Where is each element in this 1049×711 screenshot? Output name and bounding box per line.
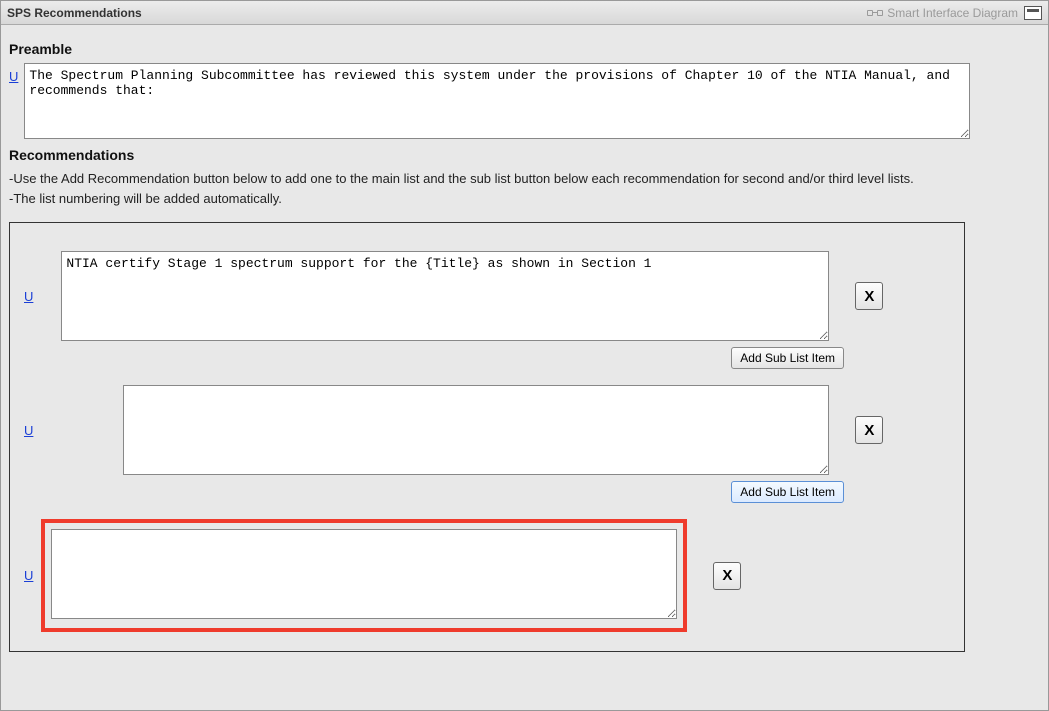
smart-interface-label: Smart Interface Diagram <box>887 6 1018 20</box>
header-right: Smart Interface Diagram <box>867 6 1042 20</box>
recommendation-row: U X <box>24 251 950 341</box>
window-header: SPS Recommendations Smart Interface Diag… <box>1 1 1048 25</box>
add-sub-row: Add Sub List Item <box>24 347 844 369</box>
underline-toggle[interactable]: U <box>24 423 33 438</box>
close-icon: X <box>864 422 874 439</box>
window-title: SPS Recommendations <box>7 6 142 20</box>
close-icon: X <box>864 288 874 305</box>
preamble-row: U <box>9 63 1040 139</box>
diagram-icon <box>867 7 883 19</box>
recommendation-textarea[interactable] <box>123 385 829 475</box>
smart-interface-link[interactable]: Smart Interface Diagram <box>867 6 1018 20</box>
recommendation-textarea[interactable] <box>51 529 677 619</box>
add-sub-list-button[interactable]: Add Sub List Item <box>731 481 844 503</box>
recommendation-row: U X <box>24 385 950 475</box>
recommendation-textarea[interactable] <box>61 251 829 341</box>
delete-button[interactable]: X <box>855 416 883 444</box>
preamble-textarea[interactable] <box>24 63 970 139</box>
delete-button[interactable]: X <box>855 282 883 310</box>
recommendations-heading: Recommendations <box>9 147 1040 163</box>
underline-toggle[interactable]: U <box>24 568 33 583</box>
recommendation-row: U X <box>24 519 950 632</box>
instructions: -Use the Add Recommendation button below… <box>9 169 1040 208</box>
close-icon: X <box>722 567 732 584</box>
add-sub-list-button[interactable]: Add Sub List Item <box>731 347 844 369</box>
body: Preamble U Recommendations -Use the Add … <box>1 25 1048 660</box>
instruction-line-2: -The list numbering will be added automa… <box>9 189 1040 209</box>
page-root: SPS Recommendations Smart Interface Diag… <box>0 0 1049 711</box>
add-sub-row: Add Sub List Item <box>24 481 844 503</box>
delete-button[interactable]: X <box>713 562 741 590</box>
instruction-line-1: -Use the Add Recommendation button below… <box>9 169 1040 189</box>
underline-toggle[interactable]: U <box>24 289 33 304</box>
highlight-frame <box>41 519 687 632</box>
preamble-underline-toggle[interactable]: U <box>9 63 18 84</box>
recommendations-container: U X Add Sub List Item U X Add Sub List I… <box>9 222 965 652</box>
preamble-heading: Preamble <box>9 41 1040 57</box>
window-mode-icon[interactable] <box>1024 6 1042 20</box>
